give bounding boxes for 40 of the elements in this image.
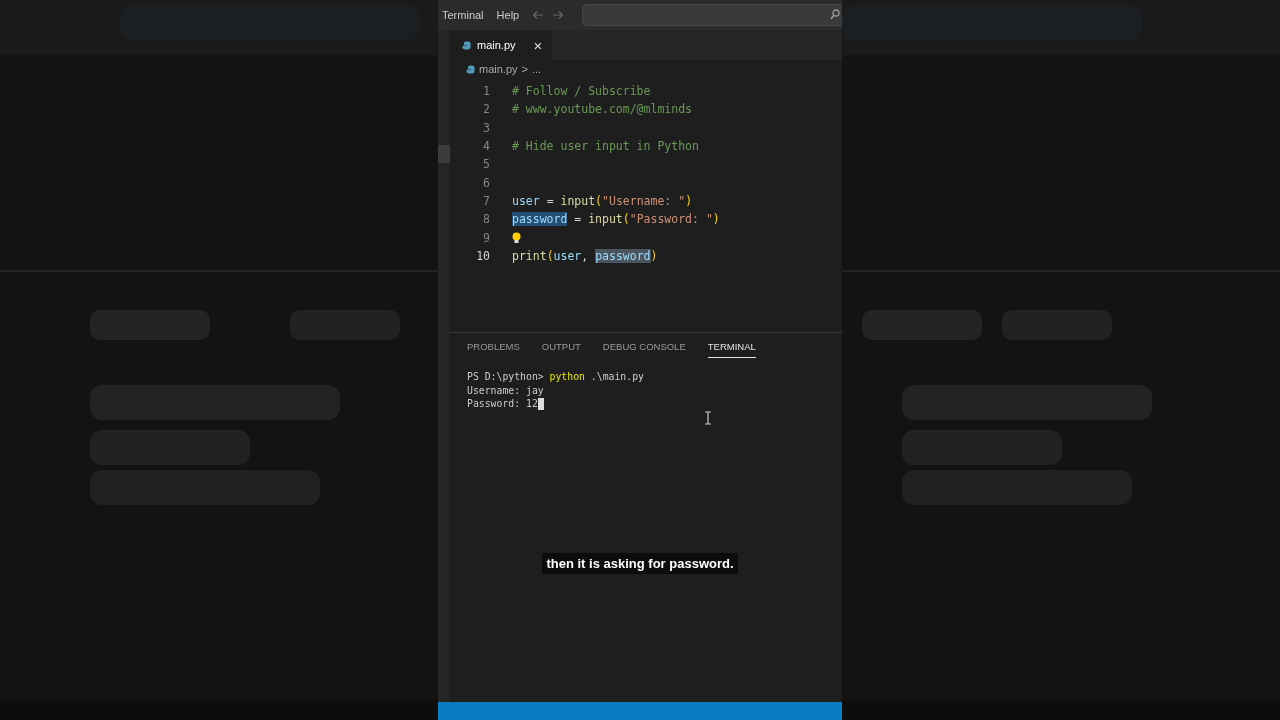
line-number: 1 [482,84,490,99]
lightbulb-icon[interactable] [512,231,521,244]
line-number: 6 [482,175,490,190]
terminal-line: Username: jay [467,384,544,396]
terminal-line: PS D:\python> python .\main.py [467,371,644,383]
menu-item[interactable]: Help [496,9,527,21]
panel-tab[interactable]: TERMINAL [707,341,756,358]
line-number: 4 [482,139,490,154]
line-number: 5 [482,157,490,172]
breadcrumb-separator: > [521,63,528,75]
search-icon [830,9,840,21]
code-line: # Hide user input in Python [512,139,699,154]
mouse-cursor-icon [704,411,712,425]
forward-arrow-icon[interactable] [552,9,565,21]
code-line: password = input("Password: ") [512,212,720,227]
code-line: # www.youtube.com/@mlminds [512,102,692,117]
panel-tab[interactable]: DEBUG CONSOLE [602,341,686,358]
python-file-icon [462,40,471,50]
caption: then it is asking for password. [542,552,738,574]
line-number: 8 [482,212,490,227]
line-number: 9 [482,230,490,245]
terminal-line: Password: 12 [467,398,538,410]
python-file-icon [466,64,475,74]
panel-tab[interactable]: OUTPUT [541,341,581,358]
sidebar-marker [438,145,450,163]
menu-item[interactable]: Terminal [442,9,491,21]
panel-tab[interactable]: PROBLEMS [467,341,520,358]
line-number: 7 [482,193,490,208]
back-arrow-icon[interactable] [532,9,545,21]
line-number: 10 [475,248,490,263]
line-number: 2 [482,102,490,117]
line-number: 3 [482,120,490,135]
search-field[interactable] [582,4,842,26]
breadcrumb-item[interactable]: main.py [479,63,518,75]
editor-tab[interactable]: main.py × [450,30,553,60]
code-line: print(user, password) [512,248,658,263]
code-line: user = input("Username: ") [512,193,693,208]
close-icon[interactable]: × [533,36,543,54]
code-line: # Follow / Subscribe [512,84,651,99]
breadcrumb-item[interactable]: ... [531,63,542,75]
